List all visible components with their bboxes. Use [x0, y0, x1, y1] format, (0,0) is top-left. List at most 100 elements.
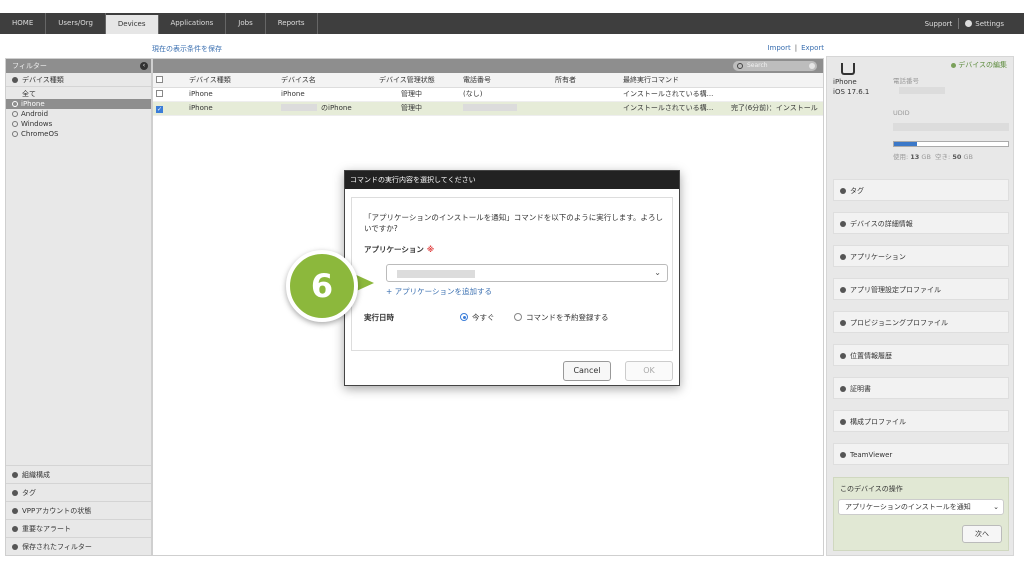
- section-org[interactable]: 組織構成: [6, 465, 151, 483]
- add-application-link[interactable]: + アプリケーションを追加する: [386, 286, 492, 297]
- radio-schedule[interactable]: コマンドを予約登録する: [514, 312, 609, 323]
- phone-number-label: 電話番号: [893, 77, 919, 85]
- edit-device-link[interactable]: デバイスの編集: [951, 60, 1007, 70]
- section-config-profiles[interactable]: 構成プロファイル: [833, 410, 1009, 432]
- tree-item-iphone[interactable]: iPhone: [6, 99, 151, 109]
- free-unit: GB: [963, 153, 973, 161]
- plus-circle-icon: [12, 101, 18, 107]
- section-saved-filters[interactable]: 保存されたフィルター: [6, 537, 151, 555]
- expand-icon: [840, 320, 846, 326]
- radio-schedule-label: コマンドを予約登録する: [526, 313, 609, 322]
- section-label: アプリケーション: [850, 253, 906, 261]
- expand-icon: [840, 221, 846, 227]
- operations-title: このデバイスの操作: [840, 485, 903, 493]
- expand-icon: [840, 353, 846, 359]
- section-vpp[interactable]: VPPアカウントの状態: [6, 501, 151, 519]
- radio-now[interactable]: 今すぐ: [460, 312, 495, 323]
- section-tag[interactable]: タグ: [6, 483, 151, 501]
- row-checkbox-cell: [153, 87, 189, 102]
- col-phone[interactable]: 電話番号: [463, 73, 555, 88]
- expand-icon: [840, 287, 846, 293]
- import-link[interactable]: Import: [767, 44, 790, 52]
- expand-icon: [12, 508, 18, 514]
- operation-select[interactable]: アプリケーションのインストールを通知 ⌄: [838, 499, 1004, 515]
- section-tags[interactable]: タグ: [833, 179, 1009, 201]
- cell-name-wrap: のiPhone: [281, 101, 379, 116]
- next-button[interactable]: 次へ: [962, 525, 1002, 543]
- cell-owner: [555, 87, 623, 102]
- plus-circle-icon: [12, 131, 18, 137]
- settings-link[interactable]: Settings: [959, 19, 1010, 28]
- row-checkbox-cell: ✓: [153, 101, 189, 116]
- device-summary: iPhone iOS 17.6.1 デバイスの編集 電話番号 UDID 使用: …: [827, 57, 1013, 173]
- nav-devices[interactable]: Devices: [105, 15, 159, 34]
- section-provisioning[interactable]: プロビジョニングプロファイル: [833, 311, 1009, 333]
- table-row[interactable]: ✓ iPhone のiPhone 管理中 インストールされている構... 完了(…: [153, 101, 823, 116]
- section-teamviewer[interactable]: TeamViewer: [833, 443, 1009, 465]
- nav-reports[interactable]: Reports: [266, 13, 318, 34]
- tree-item-android[interactable]: Android: [6, 109, 151, 119]
- cell-owner: [555, 101, 623, 116]
- col-result: [731, 73, 823, 88]
- tree-item-chromeos[interactable]: ChromeOS: [6, 129, 151, 139]
- tree-item-label: iPhone: [21, 100, 45, 108]
- nav-users-org[interactable]: Users/Org: [46, 13, 106, 34]
- nav-jobs[interactable]: Jobs: [226, 13, 266, 34]
- col-type[interactable]: デバイス種類: [189, 73, 281, 88]
- device-model: iPhone: [833, 78, 857, 86]
- application-label-text: アプリケーション: [364, 245, 424, 254]
- settings-label: Settings: [975, 19, 1004, 28]
- section-label: 証明書: [850, 385, 871, 393]
- nav-applications[interactable]: Applications: [159, 13, 227, 34]
- section-app-config[interactable]: アプリ管理設定プロファイル: [833, 278, 1009, 300]
- phone-icon: [841, 63, 855, 75]
- cell-status: 管理中: [379, 87, 463, 102]
- cancel-button[interactable]: Cancel: [563, 361, 611, 381]
- filter-title: フィルター: [12, 62, 47, 70]
- section-label: プロビジョニングプロファイル: [850, 319, 948, 327]
- section-applications[interactable]: アプリケーション: [833, 245, 1009, 267]
- col-last-command[interactable]: 最終実行コマンド: [623, 73, 731, 88]
- search-input[interactable]: Search: [733, 61, 817, 71]
- section-device-details[interactable]: デバイスの詳細情報: [833, 212, 1009, 234]
- support-link[interactable]: Support: [919, 20, 959, 28]
- col-owner[interactable]: 所有者: [555, 73, 623, 88]
- required-mark: ※: [426, 245, 435, 254]
- section-location[interactable]: 位置情報履歴: [833, 344, 1009, 366]
- filter-sidebar: フィルター ‹ デバイス種類 全て iPhone Android Windows…: [5, 58, 152, 556]
- plus-circle-icon: [12, 121, 18, 127]
- section-certificates[interactable]: 証明書: [833, 377, 1009, 399]
- section-label: 構成プロファイル: [850, 418, 906, 426]
- collapse-sidebar-button[interactable]: ‹: [140, 62, 148, 70]
- export-link[interactable]: Export: [801, 44, 824, 52]
- plus-circle-icon: [12, 111, 18, 117]
- row-checkbox[interactable]: [156, 90, 163, 97]
- section-alerts[interactable]: 重要なアラート: [6, 519, 151, 537]
- expand-icon: [12, 490, 18, 496]
- dialog-title: コマンドの実行内容を選択してください: [345, 171, 679, 189]
- col-name[interactable]: デバイス名: [281, 73, 379, 88]
- expand-icon: [840, 386, 846, 392]
- clear-icon[interactable]: [809, 63, 815, 69]
- exec-time-label: 実行日時: [364, 313, 394, 322]
- ok-button[interactable]: OK: [625, 361, 673, 381]
- expand-icon: [12, 544, 18, 550]
- col-status[interactable]: デバイス管理状態: [379, 73, 463, 88]
- select-all-checkbox[interactable]: [156, 75, 163, 83]
- tree-item-all[interactable]: 全て: [6, 89, 151, 99]
- tree-item-windows[interactable]: Windows: [6, 119, 151, 129]
- device-type-section[interactable]: デバイス種類: [6, 73, 151, 87]
- row-checkbox-checked[interactable]: ✓: [156, 105, 163, 113]
- edit-icon: [951, 63, 957, 68]
- dialog-body: 「アプリケーションのインストールを通知」コマンドを以下のように実行します。よろし…: [351, 197, 673, 351]
- application-select[interactable]: ⌄: [386, 264, 668, 282]
- save-filter-link[interactable]: 現在の表示条件を保存: [152, 44, 222, 54]
- section-label: 組織構成: [22, 471, 50, 479]
- table-row[interactable]: iPhone iPhone 管理中 (なし) インストールされている構...: [153, 87, 823, 102]
- free-label: 空き:: [935, 153, 951, 161]
- nav-home[interactable]: HOME: [0, 13, 47, 34]
- cell-name: iPhone: [281, 87, 379, 102]
- redacted-phone-number: [899, 87, 945, 94]
- step-badge: 6: [286, 250, 358, 322]
- storage-fill: [894, 142, 917, 146]
